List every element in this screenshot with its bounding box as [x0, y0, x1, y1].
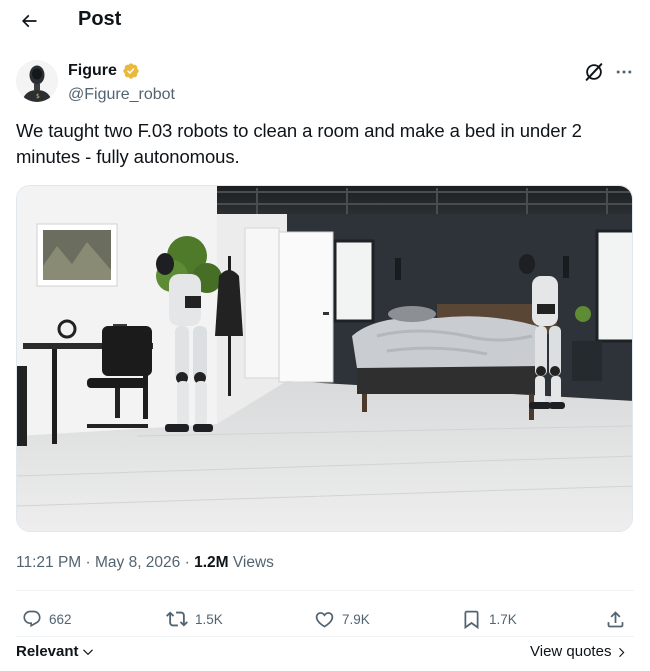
share-button[interactable]: [605, 607, 626, 631]
divider: [16, 590, 634, 591]
chevron-down-icon: [82, 649, 93, 656]
views-label: Views: [228, 554, 274, 571]
bookmark-button[interactable]: 1.7K: [461, 607, 517, 631]
post-date[interactable]: May 8, 2026: [95, 554, 180, 571]
post-text: We taught two F.03 robots to clean a roo…: [16, 120, 582, 167]
sort-label: Relevant: [16, 643, 79, 660]
bookmark-icon: [464, 610, 479, 629]
more-options-button[interactable]: [612, 60, 636, 84]
repost-icon: [166, 611, 188, 627]
avatar[interactable]: $: [16, 60, 58, 102]
chevron-right-icon: [619, 647, 625, 657]
bookmark-count: 1.7K: [489, 611, 517, 627]
arrow-left-icon: [21, 14, 37, 28]
share-icon: [607, 610, 624, 627]
more-dots-icon: [616, 70, 632, 74]
heart-icon: [315, 611, 334, 628]
svg-text:$: $: [36, 93, 40, 100]
page-title: Post: [78, 8, 122, 30]
reply-button[interactable]: 662: [22, 607, 72, 631]
view-quotes-label: View quotes: [530, 643, 612, 660]
view-quotes-link[interactable]: View quotes: [530, 642, 628, 662]
reply-count: 662: [49, 611, 72, 627]
sort-replies-dropdown[interactable]: Relevant: [16, 642, 95, 662]
grok-button[interactable]: [582, 60, 606, 84]
repost-count: 1.5K: [195, 611, 223, 627]
verified-badge-icon: [123, 63, 139, 79]
post-media-image[interactable]: [16, 185, 633, 532]
views-count: 1.2M: [194, 554, 229, 571]
divider: [16, 636, 634, 637]
post-time[interactable]: 11:21 PM: [16, 554, 81, 571]
robot-avatar-image: $: [16, 60, 58, 102]
grok-slash-icon: [585, 63, 603, 81]
reply-icon: [23, 610, 41, 628]
back-button[interactable]: [14, 6, 44, 36]
repost-button[interactable]: 1.5K: [166, 607, 223, 631]
meta-separator: ·: [81, 554, 95, 571]
author-name-row: Figure: [68, 61, 140, 81]
post-meta: 11:21 PM · May 8, 2026 · 1.2M Views: [16, 553, 274, 573]
meta-separator: ·: [180, 554, 195, 571]
like-count: 7.9K: [342, 611, 370, 627]
robots-bedroom-photo: [17, 186, 632, 531]
like-button[interactable]: 7.9K: [314, 607, 370, 631]
author-display-name[interactable]: Figure: [68, 61, 117, 81]
author-handle[interactable]: @Figure_robot: [68, 85, 175, 105]
